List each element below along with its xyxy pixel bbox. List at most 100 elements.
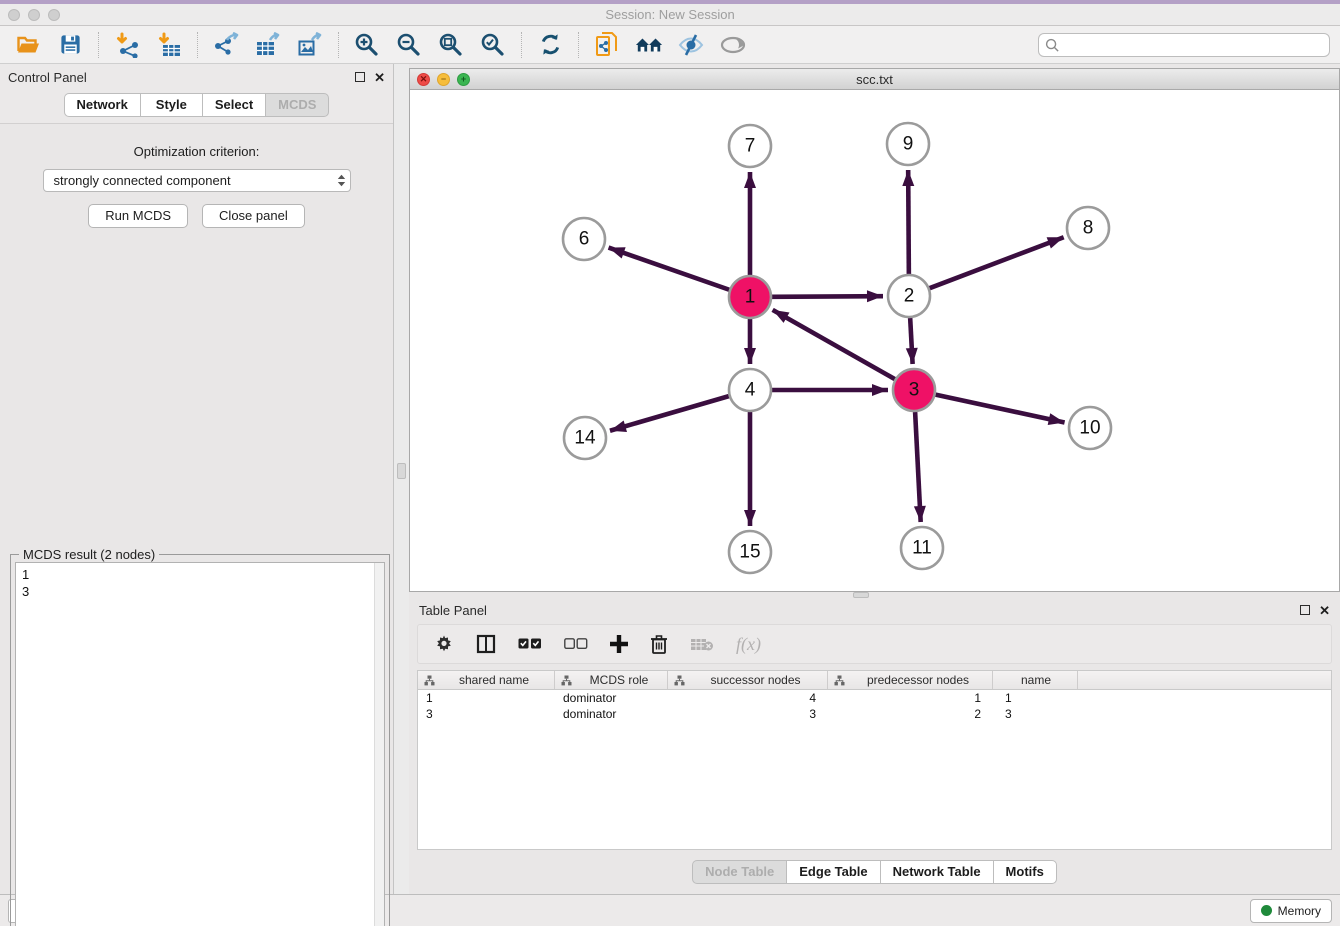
zoom-in-icon	[354, 32, 380, 58]
show-view-button[interactable]	[719, 31, 747, 59]
export-table-button[interactable]	[254, 31, 282, 59]
open-session-button[interactable]	[14, 31, 42, 59]
network-minimize-button[interactable]: −	[437, 73, 450, 86]
window-traffic-lights	[8, 9, 60, 21]
table-settings-button[interactable]	[434, 630, 454, 658]
import-table-button[interactable]	[155, 31, 183, 59]
column-header-shared-name[interactable]: shared name	[418, 671, 555, 689]
zoom-window-button[interactable]	[48, 9, 60, 21]
import-network-button[interactable]	[113, 31, 141, 59]
export-network-button[interactable]	[212, 31, 240, 59]
column-header-MCDS-role[interactable]: MCDS role	[555, 671, 668, 689]
table-row[interactable]: 3dominator323	[418, 706, 1331, 722]
export-image-icon	[297, 32, 323, 58]
tab-network-table[interactable]: Network Table	[880, 860, 993, 884]
mcds-panel: Optimization criterion: strongly connect…	[0, 123, 393, 894]
column-header-successor-nodes[interactable]: successor nodes	[668, 671, 828, 689]
select-all-columns-button[interactable]	[518, 630, 542, 658]
cell-name[interactable]: 1	[993, 690, 1078, 706]
delete-table-button[interactable]	[690, 630, 714, 658]
import-table-icon	[156, 32, 182, 58]
cell-successor-nodes[interactable]: 3	[668, 706, 828, 722]
panel-splitter-horizontal[interactable]	[409, 592, 1340, 598]
float-panel-icon[interactable]	[1300, 605, 1310, 615]
graph-node-label-11: 11	[912, 538, 932, 559]
mcds-result-group: MCDS result (2 nodes) 13	[10, 554, 390, 926]
zoom-in-button[interactable]	[353, 31, 381, 59]
graph-edge-1-6[interactable]	[609, 248, 730, 290]
homes-button[interactable]	[635, 31, 663, 59]
tab-select[interactable]: Select	[202, 93, 265, 117]
node-table-header: shared nameMCDS rolesuccessor nodesprede…	[418, 671, 1331, 690]
cell-shared-name[interactable]: 1	[418, 690, 555, 706]
minimize-window-button[interactable]	[28, 9, 40, 21]
apply-function-button[interactable]: f(x)	[736, 630, 761, 658]
zoom-out-button[interactable]	[395, 31, 423, 59]
cell-name[interactable]: 3	[993, 706, 1078, 722]
cell-MCDS-role[interactable]: dominator	[555, 690, 668, 706]
network-close-button[interactable]: ✕	[417, 73, 430, 86]
criterion-select[interactable]: strongly connected component	[43, 169, 351, 192]
splitter-grip[interactable]	[397, 463, 406, 479]
tab-style[interactable]: Style	[140, 93, 202, 117]
cell-successor-nodes[interactable]: 4	[668, 690, 828, 706]
panel-splitter-vertical[interactable]	[394, 64, 409, 894]
network-canvas[interactable]: 7968124314101511	[410, 90, 1339, 591]
network-graph[interactable]: 7968124314101511	[410, 90, 1338, 591]
delete-column-button[interactable]	[650, 630, 668, 658]
mcds-result-list[interactable]: 13	[15, 562, 385, 926]
graph-edge-2-9[interactable]	[908, 170, 909, 274]
cell-predecessor-nodes[interactable]: 2	[828, 706, 993, 722]
graph-edge-3-10[interactable]	[936, 395, 1065, 423]
node-table: shared nameMCDS rolesuccessor nodesprede…	[417, 670, 1332, 850]
graph-node-label-8: 8	[1083, 218, 1094, 239]
close-window-button[interactable]	[8, 9, 20, 21]
memory-button[interactable]: Memory	[1250, 899, 1332, 923]
save-session-button[interactable]	[56, 31, 84, 59]
graph-edge-3-11[interactable]	[915, 412, 921, 522]
table-row[interactable]: 1dominator411	[418, 690, 1331, 706]
tab-mcds[interactable]: MCDS	[265, 93, 329, 117]
network-view-window: ✕ − + scc.txt 7968124314101511	[409, 68, 1340, 592]
tab-network[interactable]: Network	[64, 93, 140, 117]
main-toolbar	[0, 26, 1340, 64]
refresh-view-button[interactable]	[536, 31, 564, 59]
scrollbar[interactable]	[374, 563, 384, 926]
run-mcds-button[interactable]: Run MCDS	[88, 204, 188, 228]
zoom-fit-button[interactable]	[437, 31, 465, 59]
clone-network-button[interactable]	[593, 31, 621, 59]
toggle-visibility-button[interactable]	[677, 31, 705, 59]
tab-node-table[interactable]: Node Table	[692, 860, 786, 884]
float-panel-icon[interactable]	[355, 72, 365, 82]
splitter-grip[interactable]	[853, 592, 869, 598]
search-field-wrapper	[1038, 33, 1330, 57]
graph-edge-2-8[interactable]	[930, 237, 1064, 288]
tab-edge-table[interactable]: Edge Table	[786, 860, 879, 884]
cell-MCDS-role[interactable]: dominator	[555, 706, 668, 722]
graph-edge-1-2[interactable]	[772, 296, 883, 297]
close-panel-icon[interactable]: ✕	[374, 71, 385, 84]
graph-node-label-14: 14	[574, 428, 596, 449]
graph-edge-4-14[interactable]	[610, 396, 729, 431]
zoom-selected-icon	[480, 32, 506, 58]
column-header-filler	[1078, 671, 1331, 689]
attribute-tree-icon	[834, 675, 845, 686]
clone-network-icon	[594, 31, 620, 58]
tab-motifs[interactable]: Motifs	[993, 860, 1057, 884]
cell-predecessor-nodes[interactable]: 1	[828, 690, 993, 706]
deselect-all-columns-button[interactable]	[564, 630, 588, 658]
network-maximize-button[interactable]: +	[457, 73, 470, 86]
add-column-button[interactable]	[610, 630, 628, 658]
close-panel-icon[interactable]: ✕	[1319, 604, 1330, 617]
column-header-name[interactable]: name	[993, 671, 1078, 689]
column-pane-button[interactable]	[476, 630, 496, 658]
search-input[interactable]	[1038, 33, 1330, 57]
cell-shared-name[interactable]: 3	[418, 706, 555, 722]
export-image-button[interactable]	[296, 31, 324, 59]
graph-edge-3-1[interactable]	[773, 310, 895, 379]
close-panel-button[interactable]: Close panel	[202, 204, 305, 228]
graph-edge-2-3[interactable]	[910, 318, 912, 364]
select-all-icon	[518, 638, 542, 650]
column-header-predecessor-nodes[interactable]: predecessor nodes	[828, 671, 993, 689]
zoom-selected-button[interactable]	[479, 31, 507, 59]
